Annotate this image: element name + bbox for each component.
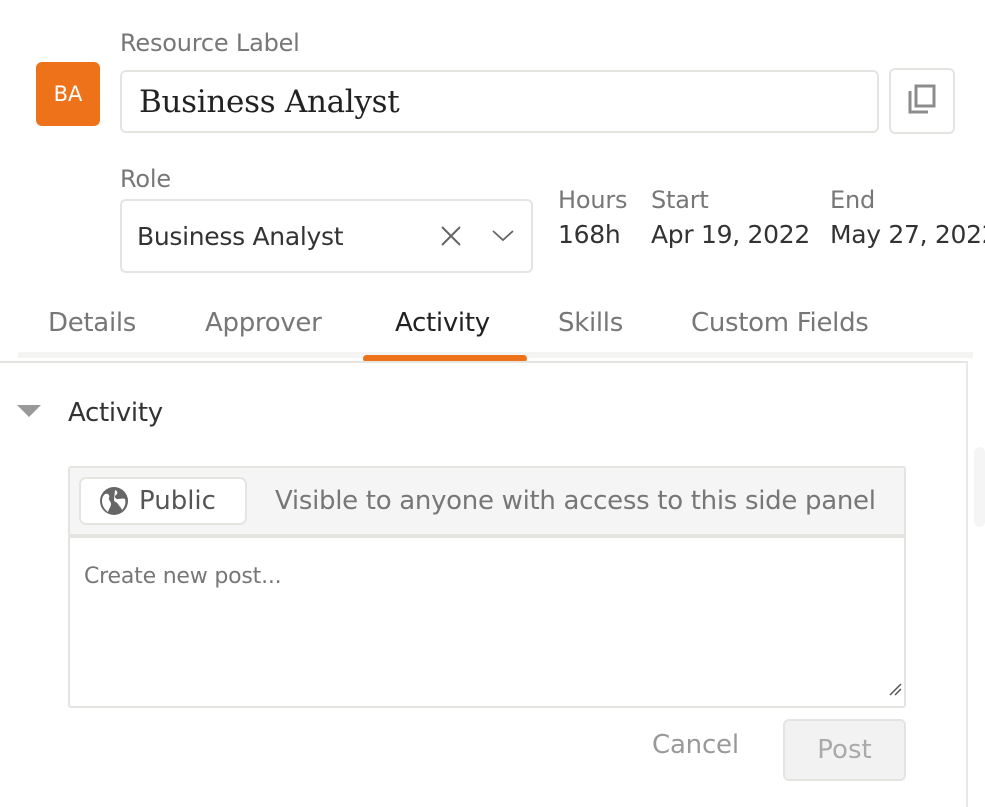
visibility-note: Visible to anyone with access to this si…: [275, 486, 876, 516]
post-button[interactable]: Post: [783, 719, 906, 781]
tab-skills[interactable]: Skills: [558, 308, 623, 338]
resource-label-label: Resource Label: [120, 29, 300, 57]
chevron-down-icon[interactable]: [483, 216, 523, 256]
resize-handle-icon[interactable]: [888, 677, 902, 702]
cancel-button[interactable]: Cancel: [652, 730, 739, 760]
resource-label-input[interactable]: Business Analyst: [120, 70, 879, 133]
hours-field: Hours 168h: [558, 186, 628, 249]
role-label: Role: [120, 165, 171, 193]
end-field: End May 27, 2022: [830, 186, 985, 249]
hours-value: 168h: [558, 220, 621, 249]
resource-label-value: Business Analyst: [139, 83, 400, 120]
copy-button[interactable]: [889, 68, 955, 134]
panel-divider: [0, 361, 968, 363]
tab-approver[interactable]: Approver: [205, 308, 322, 338]
avatar-initials: BA: [53, 82, 83, 106]
post-button-label: Post: [817, 735, 872, 765]
scrollbar-thumb[interactable]: [974, 447, 985, 527]
avatar: BA: [36, 62, 100, 126]
post-composer: Public Visible to anyone with access to …: [68, 466, 906, 708]
post-placeholder: Create new post...: [84, 564, 282, 589]
end-label: End: [830, 186, 876, 214]
copy-icon: [906, 83, 938, 119]
tab-activity[interactable]: Activity: [395, 308, 490, 338]
globe-icon: [99, 486, 129, 516]
tab-bar: Details Approver Activity Skills Custom …: [18, 300, 973, 362]
tab-details[interactable]: Details: [48, 308, 136, 338]
post-textarea[interactable]: Create new post...: [70, 538, 904, 704]
visibility-button[interactable]: Public: [79, 477, 247, 525]
composer-header: Public Visible to anyone with access to …: [70, 468, 904, 538]
start-value: Apr 19, 2022: [651, 220, 810, 249]
activity-section-title: Activity: [68, 398, 163, 428]
role-value: Business Analyst: [137, 221, 344, 251]
panel-border: [966, 361, 968, 807]
tab-custom-fields[interactable]: Custom Fields: [691, 308, 869, 338]
end-value: May 27, 2022: [830, 220, 985, 249]
close-icon[interactable]: [431, 216, 471, 256]
start-label: Start: [651, 186, 709, 214]
start-field: Start Apr 19, 2022: [651, 186, 810, 249]
role-select[interactable]: Business Analyst: [120, 199, 533, 273]
visibility-label: Public: [139, 486, 216, 516]
collapse-triangle-icon[interactable]: [17, 404, 41, 423]
hours-label: Hours: [558, 186, 628, 214]
